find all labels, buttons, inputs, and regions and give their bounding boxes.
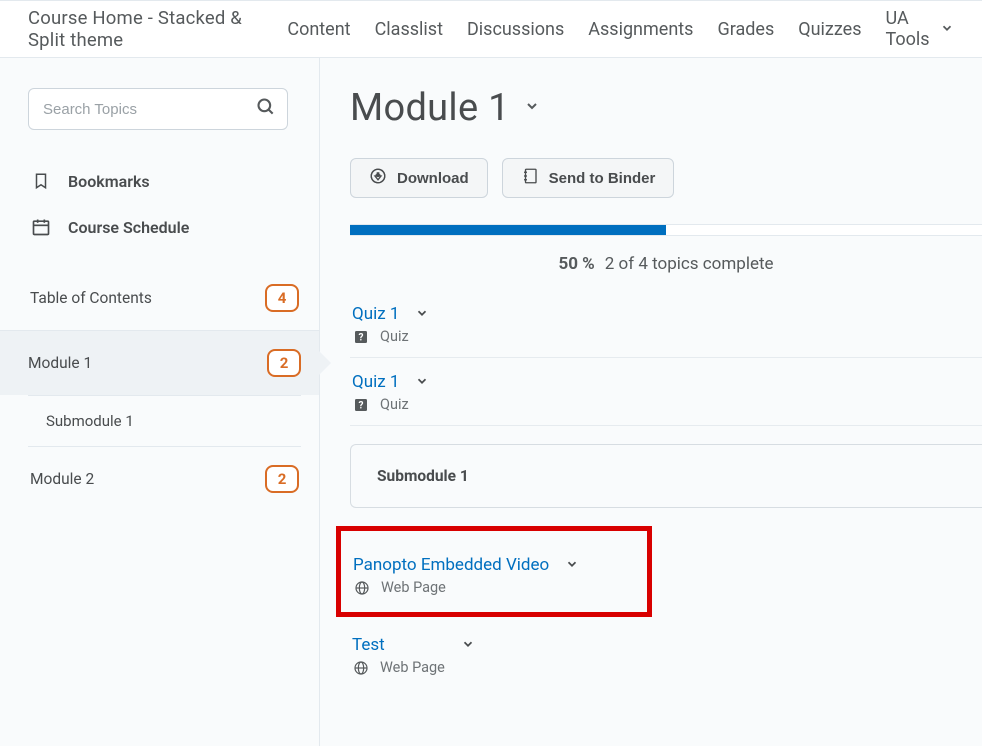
nav-assignments[interactable]: Assignments [588, 19, 693, 40]
sidebar-bookmarks-label: Bookmarks [68, 172, 150, 191]
search-input[interactable] [28, 88, 288, 130]
content-type-label: Quiz [380, 396, 409, 413]
sidebar-schedule-label: Course Schedule [68, 218, 189, 237]
sidebar: Bookmarks Course Schedule Table of Conte… [0, 58, 320, 746]
progress-bar [350, 225, 982, 235]
content-type-label: Web Page [381, 579, 446, 596]
nav-ua-tools[interactable]: UA Tools [886, 8, 955, 50]
nav-ua-tools-label: UA Tools [886, 8, 935, 50]
nav-discussions[interactable]: Discussions [467, 19, 564, 40]
web-icon [353, 580, 371, 596]
sidebar-schedule[interactable]: Course Schedule [28, 204, 301, 250]
download-label: Download [397, 170, 469, 187]
content-list: Quiz 1 ? Quiz Quiz 1 [350, 290, 982, 688]
submodule-header[interactable]: Submodule 1 [350, 444, 982, 508]
content-link[interactable]: Quiz 1 [352, 304, 399, 324]
content-link[interactable]: Test [352, 635, 385, 655]
toc-label: Module 2 [30, 470, 94, 488]
count-badge: 2 [267, 349, 301, 377]
calendar-icon [30, 216, 52, 238]
item-menu-button[interactable] [415, 305, 429, 324]
content-link[interactable]: Panopto Embedded Video [353, 555, 549, 575]
progress-percent: 50 % [558, 254, 594, 274]
download-button[interactable]: Download [350, 158, 488, 198]
toc-table-of-contents[interactable]: Table of Contents 4 [28, 268, 301, 330]
toc-label: Table of Contents [30, 289, 152, 307]
quiz-icon: ? [352, 329, 370, 345]
item-menu-button[interactable] [565, 556, 579, 575]
download-icon [369, 167, 387, 189]
content-item-panopto: Panopto Embedded Video Web Page [351, 541, 647, 602]
highlighted-item-box: Panopto Embedded Video Web Page [336, 526, 652, 617]
content-link[interactable]: Quiz 1 [352, 372, 399, 392]
top-nav: Course Home - Stacked & Split theme Cont… [0, 0, 982, 58]
send-to-binder-button[interactable]: Send to Binder [502, 158, 675, 198]
content-type-label: Quiz [380, 328, 409, 345]
submodule-title: Submodule 1 [377, 467, 469, 485]
progress-wrap [350, 224, 982, 236]
toc-module-2[interactable]: Module 2 2 [28, 446, 301, 511]
count-badge: 4 [265, 284, 299, 312]
svg-text:?: ? [359, 400, 364, 411]
web-icon [352, 660, 370, 676]
course-home-link[interactable]: Course Home - Stacked & Split theme [28, 7, 263, 51]
nav-grades[interactable]: Grades [717, 19, 774, 40]
bookmark-icon [30, 170, 52, 192]
svg-text:?: ? [359, 332, 364, 343]
nav-content[interactable]: Content [287, 19, 350, 40]
quiz-icon: ? [352, 397, 370, 413]
toc-label: Submodule 1 [46, 412, 134, 430]
chevron-down-icon [940, 19, 954, 40]
binder-label: Send to Binder [549, 170, 656, 187]
sidebar-bookmarks[interactable]: Bookmarks [28, 158, 301, 204]
toc-label: Module 1 [28, 354, 92, 372]
content-item-test: Test Web Page [350, 621, 982, 688]
binder-icon [521, 167, 539, 189]
nav-classlist[interactable]: Classlist [375, 19, 443, 40]
content-item-quiz-1: Quiz 1 ? Quiz [350, 290, 982, 358]
count-badge: 2 [265, 465, 299, 493]
search-icon[interactable] [256, 97, 276, 121]
nav-quizzes[interactable]: Quizzes [798, 19, 861, 40]
item-menu-button[interactable] [461, 636, 475, 655]
search-wrap [28, 88, 288, 130]
progress-label: 50 % 2 of 4 topics complete [350, 242, 982, 290]
page-title: Module 1 [350, 86, 510, 130]
progress-text: 2 of 4 topics complete [605, 254, 774, 274]
content-type-label: Web Page [380, 659, 445, 676]
main-content: Module 1 Download Send to Binder [320, 58, 982, 746]
toc-submodule-1[interactable]: Submodule 1 [28, 395, 301, 446]
module-title-row: Module 1 [350, 86, 982, 130]
item-menu-button[interactable] [415, 373, 429, 392]
module-menu-button[interactable] [524, 98, 540, 118]
toc-module-1[interactable]: Module 1 2 [0, 330, 319, 395]
progress-fill [350, 225, 666, 235]
action-row: Download Send to Binder [350, 158, 982, 198]
content-item-quiz-2: Quiz 1 ? Quiz [350, 358, 982, 426]
